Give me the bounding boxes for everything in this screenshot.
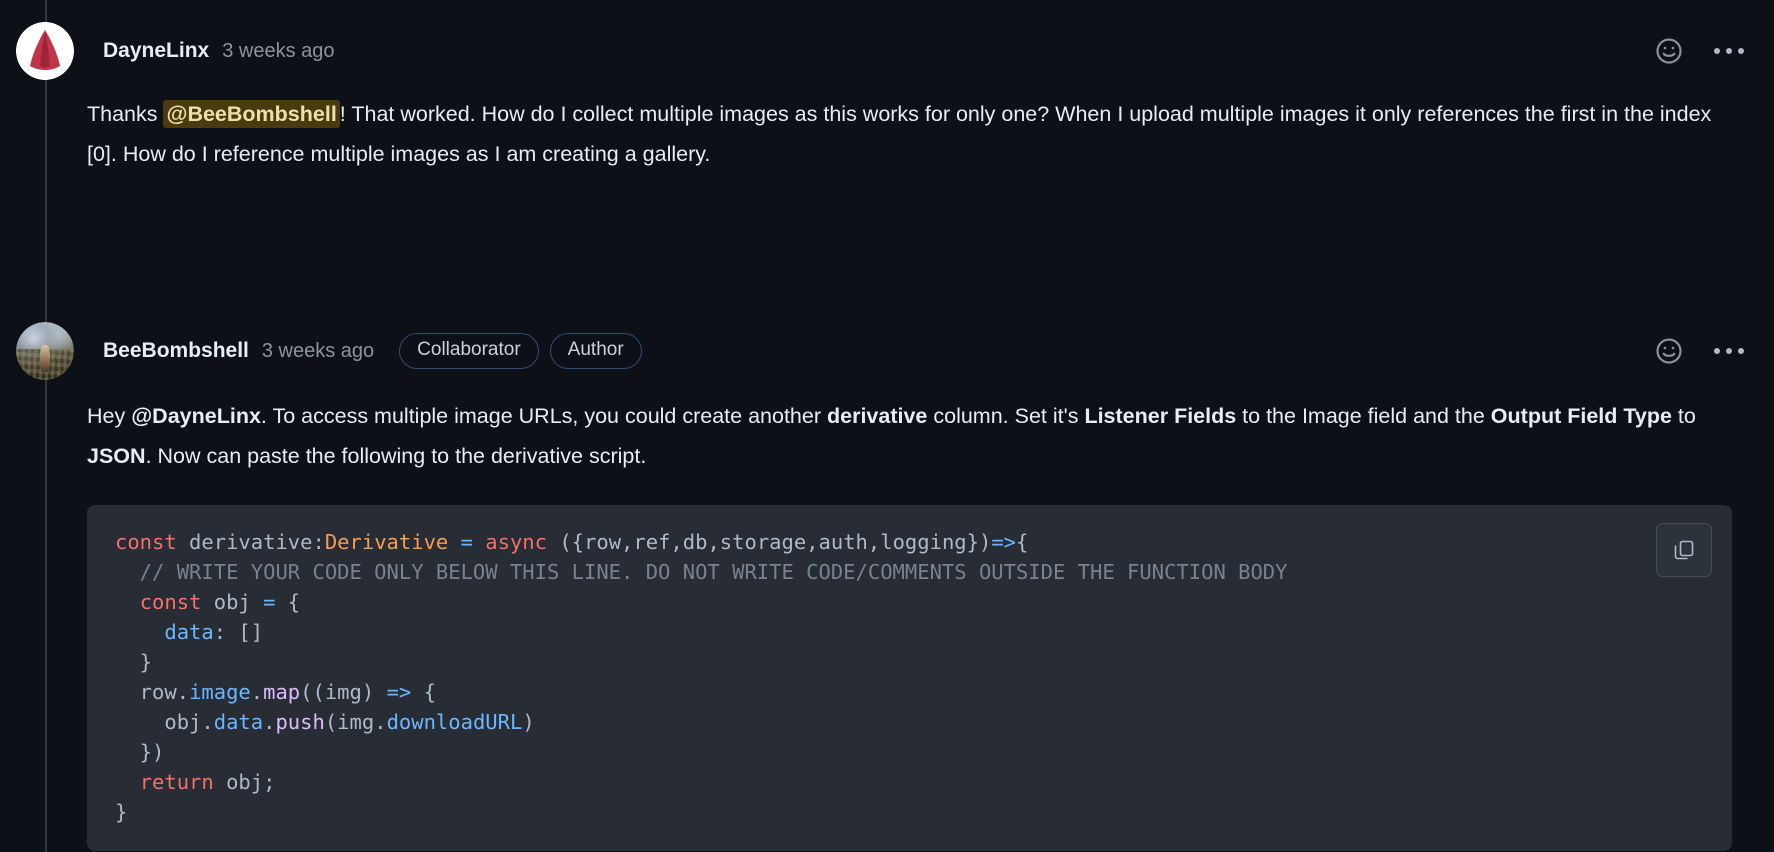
code-token: obj bbox=[201, 590, 263, 614]
code-token: Derivative bbox=[325, 530, 448, 554]
code-token: { bbox=[275, 590, 300, 614]
comment-header: DayneLinx 3 weeks ago bbox=[0, 22, 1774, 80]
emphasis-output-field-type: Output Field Type bbox=[1491, 404, 1672, 428]
code-token: { bbox=[1016, 530, 1028, 554]
code-token: => bbox=[387, 680, 412, 704]
comment-author-name[interactable]: BeeBombshell bbox=[103, 339, 249, 363]
code-token: ((img) bbox=[300, 680, 386, 704]
code-token bbox=[115, 590, 140, 614]
code-token: . bbox=[263, 710, 275, 734]
text-segment: to bbox=[1672, 404, 1696, 428]
badge-collaborator: Collaborator bbox=[399, 333, 539, 369]
emphasis-json: JSON bbox=[87, 444, 146, 468]
code-token: map bbox=[263, 680, 300, 704]
kebab-menu-icon[interactable] bbox=[1708, 334, 1750, 368]
comment-paragraph: Thanks @BeeBombshell! That worked. How d… bbox=[87, 94, 1732, 174]
code-token: } bbox=[115, 650, 152, 674]
code-token: const bbox=[115, 530, 177, 554]
comment-timestamp[interactable]: 3 weeks ago bbox=[262, 340, 374, 363]
code-token: ) bbox=[522, 710, 534, 734]
comment-bee-bombshell: BeeBombshell 3 weeks ago Collaborator Au… bbox=[0, 174, 1774, 851]
code-content[interactable]: const derivative:Derivative = async ({ro… bbox=[87, 527, 1732, 827]
kebab-menu-icon[interactable] bbox=[1708, 34, 1750, 68]
badge-author: Author bbox=[550, 333, 642, 369]
code-token: async bbox=[485, 530, 547, 554]
code-token: downloadURL bbox=[387, 710, 523, 734]
code-token: derivative: bbox=[177, 530, 325, 554]
code-token: // WRITE YOUR CODE ONLY BELOW THIS LINE.… bbox=[115, 560, 1288, 584]
comment-paragraph: Hey @DayneLinx. To access multiple image… bbox=[87, 396, 1732, 476]
comment-header-actions bbox=[1652, 34, 1750, 68]
code-token: obj. bbox=[115, 710, 214, 734]
code-token: = bbox=[461, 530, 473, 554]
code-token: row. bbox=[115, 680, 189, 704]
code-token bbox=[448, 530, 460, 554]
code-token: image bbox=[189, 680, 251, 704]
text-segment: Hey bbox=[87, 404, 131, 428]
code-token: => bbox=[991, 530, 1016, 554]
smiley-reaction-icon[interactable] bbox=[1652, 34, 1686, 68]
code-token bbox=[115, 770, 140, 794]
comment-author-name[interactable]: DayneLinx bbox=[103, 39, 209, 63]
code-token: : [] bbox=[214, 620, 263, 644]
code-token: (img. bbox=[325, 710, 387, 734]
comment-thread: DayneLinx 3 weeks ago Thanks @BeeBombshe… bbox=[0, 0, 1774, 851]
code-token: const bbox=[140, 590, 202, 614]
code-token: . bbox=[251, 680, 263, 704]
emphasis-listener-fields: Listener Fields bbox=[1084, 404, 1236, 428]
code-token: data bbox=[164, 620, 213, 644]
text-segment: . Now can paste the following to the der… bbox=[146, 444, 647, 468]
code-token: }) bbox=[115, 740, 164, 764]
code-token: return bbox=[140, 770, 214, 794]
text-segment: . To access multiple image URLs, you cou… bbox=[261, 404, 827, 428]
smiley-reaction-icon[interactable] bbox=[1652, 334, 1686, 368]
text-segment: Thanks bbox=[87, 102, 163, 126]
code-token: = bbox=[263, 590, 275, 614]
mention-dayne-linx[interactable]: @DayneLinx bbox=[131, 404, 261, 428]
comment-dayne-linx: DayneLinx 3 weeks ago Thanks @BeeBombshe… bbox=[0, 0, 1774, 174]
text-segment: column. Set it's bbox=[927, 404, 1084, 428]
code-token bbox=[473, 530, 485, 554]
code-token: data bbox=[214, 710, 263, 734]
code-token: obj; bbox=[214, 770, 276, 794]
code-token bbox=[115, 620, 164, 644]
comment-header-actions bbox=[1652, 334, 1750, 368]
mention-bee-bombshell[interactable]: @BeeBombshell bbox=[163, 100, 339, 128]
emphasis-derivative: derivative bbox=[827, 404, 927, 428]
bee-bombshell-avatar-icon bbox=[16, 322, 74, 380]
text-segment: to the Image field and the bbox=[1236, 404, 1491, 428]
code-block: const derivative:Derivative = async ({ro… bbox=[87, 505, 1732, 851]
comment-timestamp[interactable]: 3 weeks ago bbox=[222, 40, 334, 63]
comment-body: Hey @DayneLinx. To access multiple image… bbox=[87, 396, 1732, 476]
code-token: { bbox=[411, 680, 436, 704]
avatar-bee-bombshell[interactable] bbox=[16, 322, 74, 380]
comment-badges: Collaborator Author bbox=[399, 333, 641, 369]
comment-header: BeeBombshell 3 weeks ago Collaborator Au… bbox=[0, 322, 1774, 380]
avatar-dayne-linx[interactable] bbox=[16, 22, 74, 80]
code-token: } bbox=[115, 800, 127, 824]
copy-icon[interactable] bbox=[1656, 523, 1712, 577]
code-token: push bbox=[275, 710, 324, 734]
code-token: ({row,ref,db,storage,auth,logging}) bbox=[547, 530, 991, 554]
dayne-linx-avatar-icon bbox=[16, 22, 74, 80]
comment-body: Thanks @BeeBombshell! That worked. How d… bbox=[87, 94, 1732, 174]
